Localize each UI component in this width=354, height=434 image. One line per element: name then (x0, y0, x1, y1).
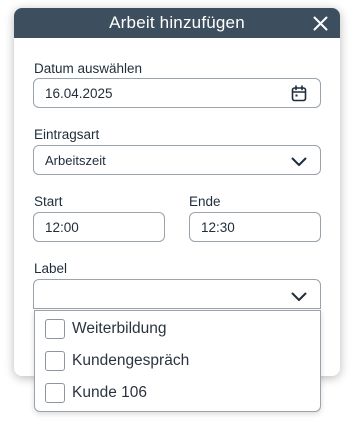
end-time-value: 12:30 (201, 219, 235, 235)
option-label: Kundengespräch (72, 352, 190, 369)
label-field-label: Label (34, 261, 68, 276)
label-option-kundengespraech[interactable]: Kundengespräch (45, 350, 189, 372)
start-label: Start (34, 194, 63, 209)
entry-type-value: Arbeitszeit (45, 152, 106, 168)
calendar-icon (291, 85, 307, 102)
entry-type-select[interactable]: Arbeitszeit (33, 145, 321, 175)
close-icon (313, 16, 327, 30)
label-select[interactable] (33, 279, 321, 309)
date-input[interactable]: 16.04.2025 (33, 78, 321, 108)
option-label: Weiterbildung (72, 320, 167, 337)
date-label: Datum auswählen (34, 61, 143, 76)
end-time-input[interactable]: 12:30 (189, 212, 321, 242)
calendar-button[interactable] (291, 85, 307, 105)
end-label: Ende (189, 194, 221, 209)
entry-type-label: Eintragsart (34, 127, 100, 142)
checkbox[interactable] (45, 319, 65, 339)
date-value: 16.04.2025 (45, 85, 113, 101)
label-option-weiterbildung[interactable]: Weiterbildung (45, 318, 167, 340)
chevron-down-icon (291, 157, 307, 166)
label-options-list: Weiterbildung Kundengespräch Kunde 106 (34, 310, 321, 412)
checkbox[interactable] (45, 383, 65, 403)
start-time-value: 12:00 (45, 219, 79, 235)
checkbox[interactable] (45, 351, 65, 371)
entry-type-dropdown-toggle[interactable] (291, 155, 307, 170)
chevron-down-icon (291, 292, 307, 301)
close-button[interactable] (310, 13, 330, 33)
option-label: Kunde 106 (72, 384, 147, 401)
dialog-header: Arbeit hinzufügen (14, 8, 340, 38)
start-time-input[interactable]: 12:00 (33, 212, 165, 242)
label-option-kunde-106[interactable]: Kunde 106 (45, 382, 147, 404)
dialog-title: Arbeit hinzufügen (109, 13, 245, 32)
label-dropdown-toggle[interactable] (291, 290, 307, 305)
